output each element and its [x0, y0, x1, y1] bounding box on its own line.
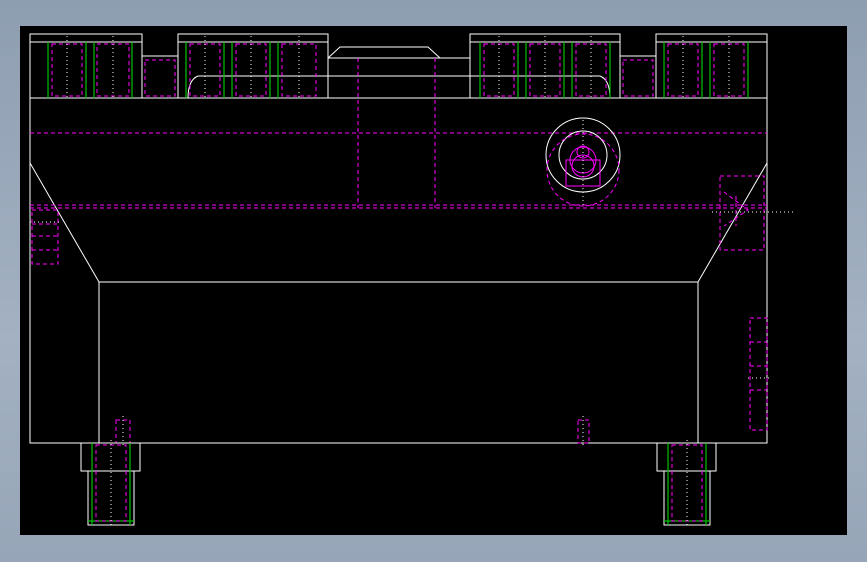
bottom-hidden-holes — [115, 416, 590, 446]
cad-drawing: .w { stroke:#ffffff; stroke-width:1; fil… — [29, 33, 795, 528]
left-foot-stud — [80, 440, 141, 528]
body-outline — [29, 58, 768, 444]
right-foot-stud — [656, 440, 717, 528]
top-bolts — [47, 36, 749, 100]
locating-pin — [545, 117, 621, 207]
drawing-viewport[interactable]: .w { stroke:#ffffff; stroke-width:1; fil… — [20, 26, 847, 535]
side-fittings — [30, 175, 795, 431]
top-clamp-plates — [29, 33, 768, 99]
